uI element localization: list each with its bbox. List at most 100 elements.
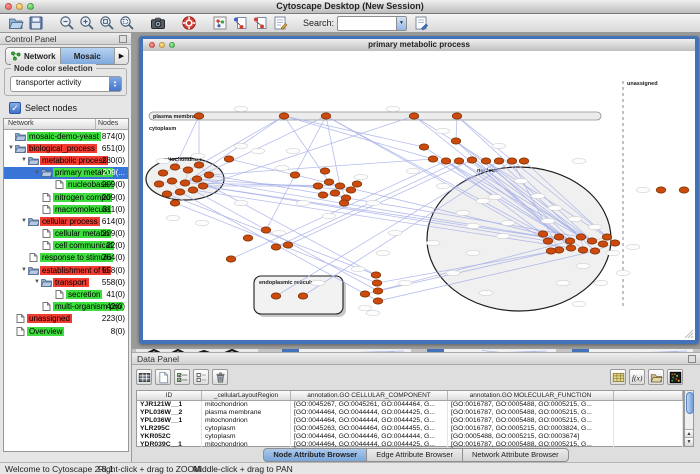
minimize-button[interactable] [159, 42, 165, 48]
close-button[interactable] [5, 3, 12, 10]
network-node[interactable] [313, 183, 323, 189]
select-attrs-icon[interactable] [174, 369, 190, 385]
float-panel-icon[interactable] [119, 35, 127, 43]
tree-row[interactable]: ▼metabolic process280(0) [4, 154, 128, 166]
edit-form-icon[interactable] [272, 15, 288, 31]
network-node[interactable] [283, 242, 293, 248]
network-node[interactable] [576, 234, 586, 240]
table-row[interactable]: YPL036W__2plasma membrane[GO:0044464, GO… [137, 409, 683, 417]
close-button[interactable] [149, 42, 155, 48]
network-node[interactable] [419, 144, 429, 150]
table-row[interactable]: YKR052Ccytoplasm[GO:0044464, GO:0044446,… [137, 433, 683, 441]
network-node[interactable] [467, 157, 477, 163]
tab-mosaic[interactable]: Mosaic [61, 48, 116, 64]
network-node[interactable] [167, 178, 177, 184]
column-header[interactable]: ID [137, 391, 202, 400]
table-cell[interactable]: mitochondrion [202, 417, 291, 425]
table-scrollbar[interactable]: ▲ ▼ [684, 390, 694, 447]
network-node[interactable] [372, 280, 382, 286]
network-node[interactable] [352, 181, 362, 187]
network-node[interactable] [226, 256, 236, 262]
network-node[interactable] [194, 113, 204, 119]
network-node[interactable] [538, 231, 548, 237]
zoom-out-icon[interactable] [59, 15, 75, 31]
tree-row[interactable]: ▼cellular process614(0) [4, 215, 128, 227]
duplicate-view-red-icon[interactable] [252, 15, 268, 31]
table-cell[interactable]: YPL036W__1 [137, 417, 202, 425]
tab-overflow-arrow-icon[interactable]: ▶ [115, 48, 128, 64]
disclosure-triangle-icon[interactable]: ▼ [33, 279, 41, 285]
network-edge[interactable] [199, 116, 284, 165]
table-cell[interactable]: [GO:0016787, GO:0005488, GO:0005215, G..… [448, 401, 614, 409]
snapshot-icon[interactable] [150, 15, 166, 31]
network-node[interactable] [243, 235, 253, 241]
tab-network-attribute-browser[interactable]: Network Attribute Browser [463, 448, 569, 462]
network-node[interactable] [162, 191, 172, 197]
table-cell[interactable]: [GO:0005488, GO:0005215, GO:0003674] [448, 433, 614, 441]
network-node[interactable] [451, 138, 461, 144]
network-node[interactable] [679, 187, 689, 193]
network-node[interactable] [158, 170, 168, 176]
network-node[interactable] [590, 248, 600, 254]
network-node[interactable] [321, 113, 331, 119]
maximize-button[interactable] [169, 42, 175, 48]
network-canvas[interactable]: plasma membranecytoplasmmitochondrionnuc… [143, 51, 695, 340]
tree-row[interactable]: ▼primary metabo209(... [4, 167, 128, 179]
table-cell[interactable]: mitochondrion [202, 401, 291, 409]
minimize-button[interactable] [16, 3, 23, 10]
network-node[interactable] [290, 172, 300, 178]
table-cell[interactable]: [GO:0044464, GO:0044446, GO:0044444, G..… [291, 433, 448, 441]
network-node[interactable] [543, 238, 553, 244]
tab-node-attribute-browser[interactable]: Node Attribute Browser [263, 448, 367, 462]
table-cell[interactable]: YPL036W__2 [137, 409, 202, 417]
network-node[interactable] [565, 238, 575, 244]
network-node[interactable] [481, 158, 491, 164]
network-node[interactable] [441, 158, 451, 164]
open-icon[interactable] [8, 15, 24, 31]
network-node[interactable] [360, 291, 370, 297]
table-row[interactable]: YPL036W__1mitochondrion[GO:0044464, GO:0… [137, 417, 683, 425]
network-node[interactable] [452, 113, 462, 119]
disclosure-triangle-icon[interactable]: ▼ [20, 157, 28, 163]
disclosure-triangle-icon[interactable]: ▼ [7, 145, 15, 151]
network-node[interactable] [204, 172, 214, 178]
attr-table-icon[interactable] [136, 369, 152, 385]
network-node[interactable] [346, 187, 356, 193]
network-node[interactable] [175, 189, 185, 195]
chevron-down-icon[interactable]: ▼ [396, 17, 406, 30]
resize-grip-icon[interactable] [685, 330, 693, 338]
network-node[interactable] [180, 180, 190, 186]
disclosure-triangle-icon[interactable]: ▼ [20, 267, 28, 273]
table-row[interactable]: YLR295Ccytoplasm[GO:0045263, GO:0044464,… [137, 425, 683, 433]
column-header[interactable]: annotation.GO MOLECULAR_FUNCTION [448, 391, 614, 400]
network-edge[interactable] [203, 116, 414, 186]
session-note-icon[interactable] [413, 15, 429, 31]
network-node[interactable] [519, 158, 529, 164]
network-node[interactable] [554, 234, 564, 240]
network-node[interactable] [330, 190, 340, 196]
network-view-icon[interactable] [212, 15, 228, 31]
new-attr-icon[interactable] [155, 369, 171, 385]
tree-row[interactable]: secretion41(0) [4, 288, 128, 300]
maximize-button[interactable] [27, 3, 34, 10]
network-node[interactable] [298, 293, 308, 299]
network-node[interactable] [339, 200, 349, 206]
scroll-down-icon[interactable]: ▼ [685, 437, 693, 446]
column-header[interactable]: _cellularLayoutRegion [202, 391, 291, 400]
network-node[interactable] [494, 158, 504, 164]
column-header[interactable]: annotation.GO CELLULAR_COMPONENT [291, 391, 448, 400]
tab-network[interactable]: Network [6, 48, 61, 64]
network-node[interactable] [324, 179, 334, 185]
table-cell[interactable]: YLR295C [137, 425, 202, 433]
table-cell[interactable]: YJR121W__1 [137, 401, 202, 409]
disclosure-triangle-icon[interactable]: ▼ [33, 170, 41, 176]
tree-col-network[interactable]: Network [4, 119, 96, 129]
search-input[interactable]: ▼ [337, 16, 407, 31]
table-cell[interactable]: YKR052C [137, 433, 202, 441]
tree-row[interactable]: response to stimulu264(0) [4, 252, 128, 264]
network-node[interactable] [507, 158, 517, 164]
network-node[interactable] [566, 245, 576, 251]
network-node[interactable] [598, 241, 608, 247]
tree-row[interactable]: cellular metabo209(0) [4, 228, 128, 240]
table-cell[interactable]: cytoplasm [202, 425, 291, 433]
